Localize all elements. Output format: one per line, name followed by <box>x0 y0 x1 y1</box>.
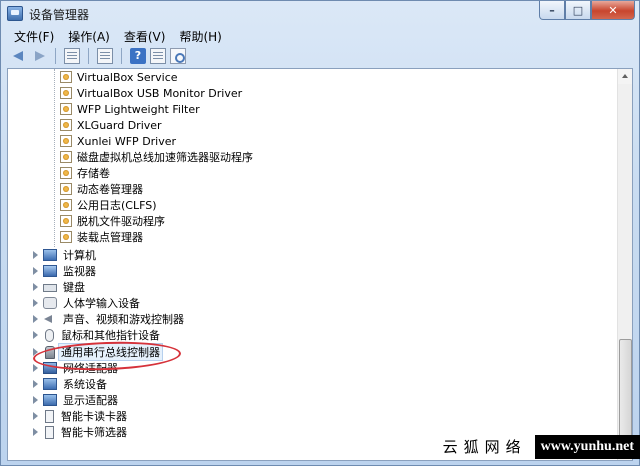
toolbar-separator <box>121 48 122 64</box>
tree-item-hid[interactable]: 人体学输入设备 <box>43 295 142 311</box>
tree-item-driver[interactable]: WFP Lightweight Filter <box>60 101 202 117</box>
driver-icon <box>60 151 72 163</box>
update-driver-icon[interactable] <box>97 48 113 64</box>
menu-view[interactable]: 查看(V) <box>117 28 173 45</box>
tree-item-network-adapters[interactable]: 网络适配器 <box>43 360 120 376</box>
menu-bar: 文件(F) 操作(A) 查看(V) 帮助(H) <box>7 27 633 46</box>
tree-item-driver[interactable]: 公用日志(CLFS) <box>60 197 159 213</box>
device-manager-window: 设备管理器 – □ ✕ 文件(F) 操作(A) 查看(V) 帮助(H) ? Vi… <box>0 0 640 466</box>
speaker-icon <box>43 313 57 325</box>
tree-item-driver[interactable]: 存储卷 <box>60 165 112 181</box>
expand-arrow-icon[interactable] <box>33 380 38 388</box>
tree-connector <box>54 69 55 247</box>
menu-action[interactable]: 操作(A) <box>61 28 117 45</box>
properties-icon[interactable] <box>64 48 80 64</box>
hid-icon <box>43 297 57 309</box>
driver-icon <box>60 87 72 99</box>
tree-item-system-devices[interactable]: 系统设备 <box>43 376 109 392</box>
expand-arrow-icon[interactable] <box>33 428 38 436</box>
driver-icon <box>60 199 72 211</box>
driver-icon <box>60 135 72 147</box>
smart-card-filter-icon <box>45 425 54 439</box>
close-button[interactable]: ✕ <box>591 1 635 20</box>
menu-file[interactable]: 文件(F) <box>7 28 61 45</box>
tree-item-smart-card-readers[interactable]: 智能卡读卡器 <box>43 408 129 424</box>
tree-item-mice[interactable]: 鼠标和其他指针设备 <box>43 327 162 343</box>
driver-icon <box>60 71 72 83</box>
back-arrow-icon[interactable] <box>11 48 27 64</box>
maximize-button[interactable]: □ <box>565 1 591 20</box>
tree-item-driver[interactable]: 磁盘虚拟机总线加速筛选器驱动程序 <box>60 149 255 165</box>
window-title: 设备管理器 <box>29 8 90 22</box>
title-bar[interactable]: 设备管理器 – □ ✕ <box>1 1 639 27</box>
device-tree-pane[interactable]: VirtualBox Service VirtualBox USB Monito… <box>7 68 633 461</box>
tree-item-smart-card-filters[interactable]: 智能卡筛选器 <box>43 424 129 440</box>
tree-item-driver[interactable]: VirtualBox USB Monitor Driver <box>60 85 244 101</box>
tree-item-driver[interactable]: 装载点管理器 <box>60 229 145 245</box>
driver-icon <box>60 119 72 131</box>
toolbar-separator <box>55 48 56 64</box>
scroll-up-button[interactable] <box>618 69 632 84</box>
menu-help[interactable]: 帮助(H) <box>172 28 228 45</box>
usb-icon <box>45 345 55 359</box>
vertical-scrollbar[interactable] <box>617 69 632 460</box>
expand-arrow-icon[interactable] <box>33 315 38 323</box>
smart-card-reader-icon <box>45 409 54 423</box>
window-controls: – □ ✕ <box>539 1 635 20</box>
device-manager-icon <box>7 6 23 21</box>
expand-arrow-icon[interactable] <box>33 251 38 259</box>
tree-item-driver[interactable]: VirtualBox Service <box>60 69 180 85</box>
mouse-icon <box>45 328 54 342</box>
toolbar-separator <box>88 48 89 64</box>
system-device-icon <box>43 378 57 390</box>
expand-arrow-icon[interactable] <box>33 299 38 307</box>
tree-item-driver[interactable]: Xunlei WFP Driver <box>60 133 178 149</box>
minimize-button[interactable]: – <box>539 1 565 20</box>
scroll-thumb[interactable] <box>619 339 632 443</box>
driver-icon <box>60 103 72 115</box>
expand-arrow-icon[interactable] <box>33 331 38 339</box>
driver-icon <box>60 231 72 243</box>
tree-item-monitors[interactable]: 监视器 <box>43 263 98 279</box>
tree-item-driver[interactable]: XLGuard Driver <box>60 117 164 133</box>
tree-item-keyboards[interactable]: 键盘 <box>43 279 87 295</box>
driver-icon <box>60 167 72 179</box>
tree-item-driver[interactable]: 脱机文件驱动程序 <box>60 213 167 229</box>
watermark-brand: 云狐网络 <box>432 435 535 459</box>
keyboard-icon <box>43 284 57 292</box>
expand-arrow-icon[interactable] <box>33 283 38 291</box>
computer-icon <box>43 249 57 261</box>
driver-icon <box>60 215 72 227</box>
expand-arrow-icon[interactable] <box>33 396 38 404</box>
watermark: 云狐网络 www.yunhu.net <box>432 434 640 460</box>
forward-arrow-icon[interactable] <box>31 48 47 64</box>
tree-item-display-adapters[interactable]: 显示适配器 <box>43 392 120 408</box>
expand-arrow-icon[interactable] <box>33 348 38 356</box>
toolbar: ? <box>7 46 633 66</box>
scan-hardware-icon[interactable] <box>170 48 186 64</box>
expand-arrow-icon[interactable] <box>33 412 38 420</box>
tree-item-computer[interactable]: 计算机 <box>43 247 98 263</box>
expand-arrow-icon[interactable] <box>33 267 38 275</box>
monitor-icon <box>43 265 57 277</box>
driver-icon <box>60 183 72 195</box>
tree-item-usb-controllers[interactable]: 通用串行总线控制器 <box>43 343 163 361</box>
watermark-url: www.yunhu.net <box>534 435 640 459</box>
view-list-icon[interactable] <box>150 48 166 64</box>
network-adapter-icon <box>43 362 57 374</box>
expand-arrow-icon[interactable] <box>33 364 38 372</box>
tree-item-sound[interactable]: 声音、视频和游戏控制器 <box>43 311 186 327</box>
display-adapter-icon <box>43 394 57 406</box>
help-icon[interactable]: ? <box>130 48 146 64</box>
tree-item-driver[interactable]: 动态卷管理器 <box>60 181 145 197</box>
